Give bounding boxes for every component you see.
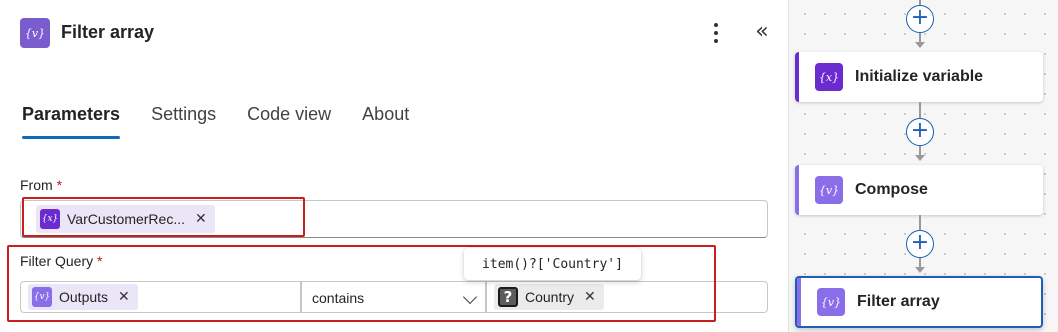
highlight-box-from [22, 197, 305, 237]
flow-canvas[interactable]: + {x} Initialize variable + {v} Compose … [788, 0, 1058, 332]
tab-about[interactable]: About [362, 104, 409, 139]
filter-array-icon: {v} [817, 288, 845, 316]
card-accent-bar [795, 52, 799, 102]
action-details-panel: {v} Filter array « Parameters Settings C… [0, 0, 788, 332]
more-options-icon[interactable] [706, 20, 726, 46]
connector-arrow-icon [915, 267, 925, 273]
card-accent-bar [797, 278, 801, 326]
from-label: From * [20, 177, 62, 193]
add-step-icon[interactable]: + [906, 5, 934, 33]
connector-arrow-icon [915, 42, 925, 48]
required-mark: * [56, 177, 63, 193]
tab-parameters[interactable]: Parameters [22, 104, 121, 139]
add-step-icon[interactable]: + [906, 230, 934, 258]
step-card-compose[interactable]: {v} Compose [795, 165, 1043, 215]
compose-icon: {v} [815, 176, 843, 204]
collapse-panel-icon[interactable]: « [750, 18, 774, 46]
add-step-icon[interactable]: + [906, 118, 934, 146]
tab-bar: Parameters Settings Code view About [22, 104, 440, 139]
filter-array-icon: {v} [20, 18, 50, 48]
tab-settings[interactable]: Settings [151, 104, 216, 139]
step-card-initialize-variable[interactable]: {x} Initialize variable [795, 52, 1043, 102]
tab-code-view[interactable]: Code view [247, 104, 331, 139]
step-title: Filter array [857, 293, 940, 310]
step-title: Compose [855, 181, 928, 198]
from-label-text: From [20, 177, 53, 193]
connector-arrow-icon [915, 155, 925, 161]
step-card-filter-array[interactable]: {v} Filter array [795, 276, 1043, 328]
expression-tooltip: item()?['Country'] [464, 248, 641, 280]
variable-icon: {x} [815, 63, 843, 91]
step-title: Initialize variable [855, 68, 984, 85]
card-accent-bar [795, 165, 799, 215]
panel-title: Filter array [61, 22, 155, 42]
